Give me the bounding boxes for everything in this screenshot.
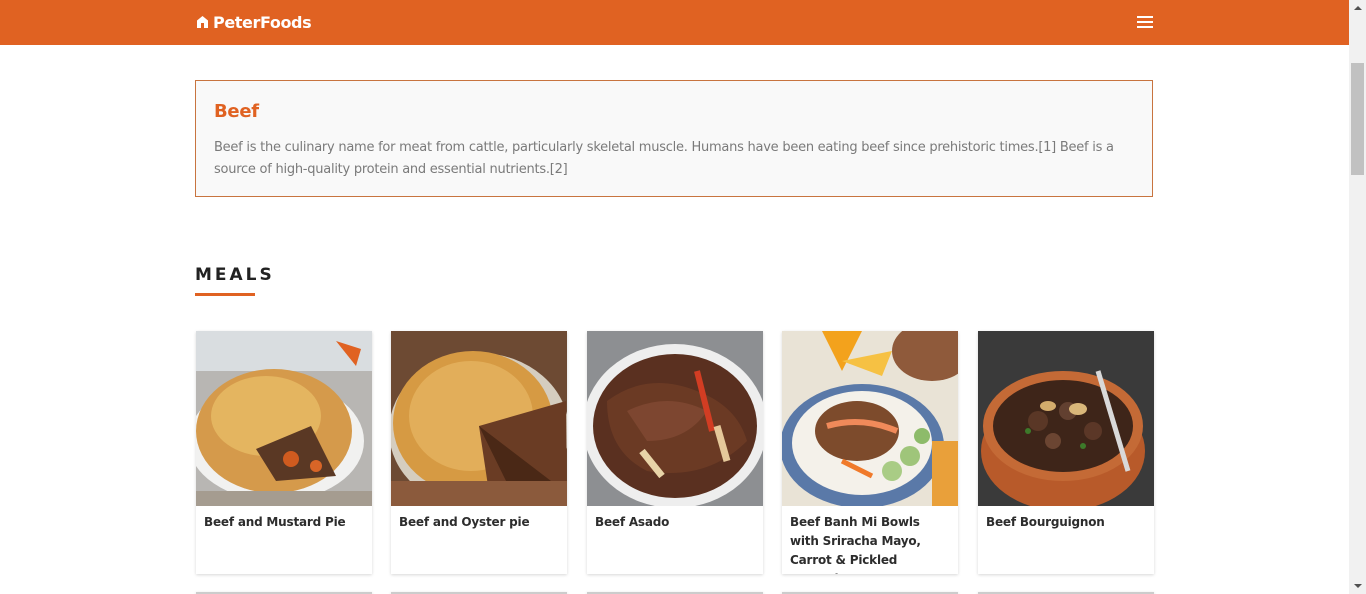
- meal-card[interactable]: Beef Banh Mi Bowls with Sriracha Mayo, C…: [782, 331, 958, 574]
- hamburger-menu-icon[interactable]: [1135, 13, 1155, 31]
- vertical-scrollbar[interactable]: [1349, 0, 1366, 594]
- brand-name: PeterFoods: [213, 12, 312, 32]
- category-description: Beef is the culinary name for meat from …: [214, 140, 1114, 177]
- meal-title[interactable]: Beef Asado: [595, 513, 755, 532]
- meal-image[interactable]: [978, 331, 1154, 506]
- meal-image[interactable]: [782, 331, 958, 506]
- category-title: Beef: [214, 101, 259, 122]
- page: PeterFoods Beef Beef is the culinary nam…: [0, 0, 1349, 594]
- meal-title[interactable]: Beef Bourguignon: [986, 513, 1146, 532]
- meal-title[interactable]: Beef and Oyster pie: [399, 513, 559, 532]
- meal-image[interactable]: [196, 331, 372, 506]
- meal-title[interactable]: Beef and Mustard Pie: [204, 513, 364, 532]
- meal-card[interactable]: Beef Asado: [587, 331, 763, 574]
- home-icon: [197, 16, 208, 28]
- meal-image[interactable]: [391, 331, 567, 506]
- navbar: PeterFoods: [0, 0, 1349, 45]
- scrollbar-thumb[interactable]: [1351, 63, 1364, 175]
- meal-card[interactable]: Beef and Mustard Pie: [196, 331, 372, 574]
- scroll-up-arrow-icon[interactable]: [1349, 0, 1366, 17]
- meal-card[interactable]: Beef Bourguignon: [978, 331, 1154, 574]
- category-description-box: Beef Beef is the culinary name for meat …: [195, 80, 1153, 197]
- meals-heading-underline: [195, 293, 255, 296]
- meals-heading: MEALS: [195, 265, 275, 285]
- brand-logo-link[interactable]: PeterFoods: [197, 11, 312, 33]
- scroll-down-arrow-icon[interactable]: [1349, 577, 1366, 594]
- meal-image[interactable]: [587, 331, 763, 506]
- meal-card[interactable]: Beef and Oyster pie: [391, 331, 567, 574]
- meal-title[interactable]: Beef Banh Mi Bowls with Sriracha Mayo, C…: [790, 513, 950, 574]
